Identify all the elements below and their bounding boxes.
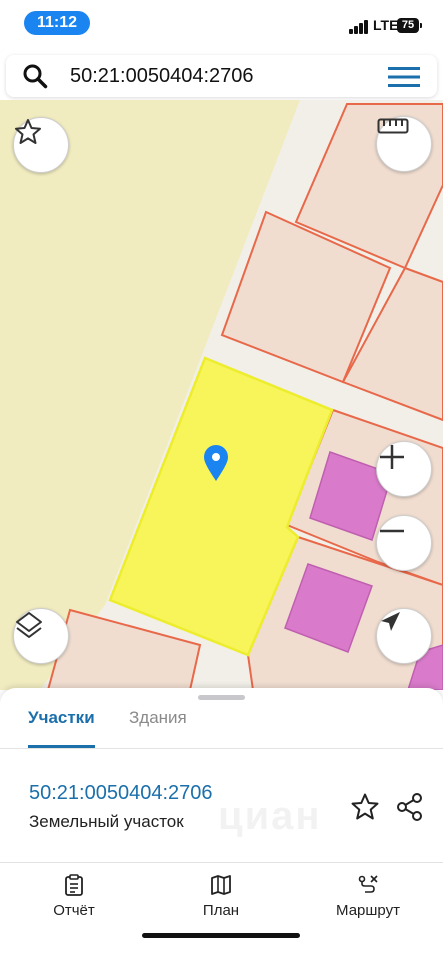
parcel-type-label: Земельный участок [29,812,184,831]
measure-button[interactable] [376,116,432,172]
ruler-icon [377,118,409,134]
report-icon [65,874,83,896]
home-indicator[interactable] [142,933,300,938]
cellular-signal-icon [349,20,369,34]
search-icon[interactable] [22,63,48,89]
zoom-out-icon [380,529,404,533]
tab-buildings[interactable]: Здания [129,708,187,748]
route-label: Маршрут [336,902,400,919]
star-icon [15,119,41,144]
network-type: LTE [373,17,399,33]
cadastral-map [40,100,443,690]
favorite-map-button[interactable] [13,117,69,173]
favorite-star-icon[interactable] [350,792,380,822]
search-bar[interactable]: 50:21:0050404:2706 [6,55,437,97]
plan-button[interactable]: План [161,874,281,919]
watermark-logo: циан [218,794,322,838]
report-label: Отчёт [53,902,95,919]
menu-icon[interactable] [388,66,420,88]
sheet-tabs: Участки Здания [0,704,443,749]
layers-button[interactable] [13,608,69,664]
map-view[interactable] [0,100,443,690]
status-bar: 11:12 LTE 75 [0,0,443,50]
map-plan-icon [211,875,231,895]
battery-icon: 75 [397,18,422,33]
report-button[interactable]: Отчёт [14,874,134,919]
parcel-result-item[interactable]: циан 50:21:0050404:2706 Земельный участо… [0,768,443,863]
zoom-in-icon [380,445,404,469]
bottom-toolbar: Отчёт План Маршрут [0,864,443,924]
search-input[interactable]: 50:21:0050404:2706 [70,65,254,88]
route-button[interactable]: Маршрут [308,874,428,919]
share-icon[interactable] [395,792,425,822]
sheet-drag-handle[interactable] [198,695,245,700]
locate-icon [381,612,400,631]
plan-label: План [202,902,240,919]
tab-parcels[interactable]: Участки [28,708,95,748]
parcel-cadastral-number[interactable]: 50:21:0050404:2706 [29,782,213,805]
status-time: 11:12 [24,11,90,35]
layers-icon [16,612,42,638]
zoom-out-button[interactable] [376,515,432,571]
zoom-in-button[interactable] [376,441,432,497]
my-location-button[interactable] [376,608,432,664]
route-icon [358,875,378,893]
bottom-sheet: Участки Здания циан 50:21:0050404:2706 З… [0,688,443,960]
